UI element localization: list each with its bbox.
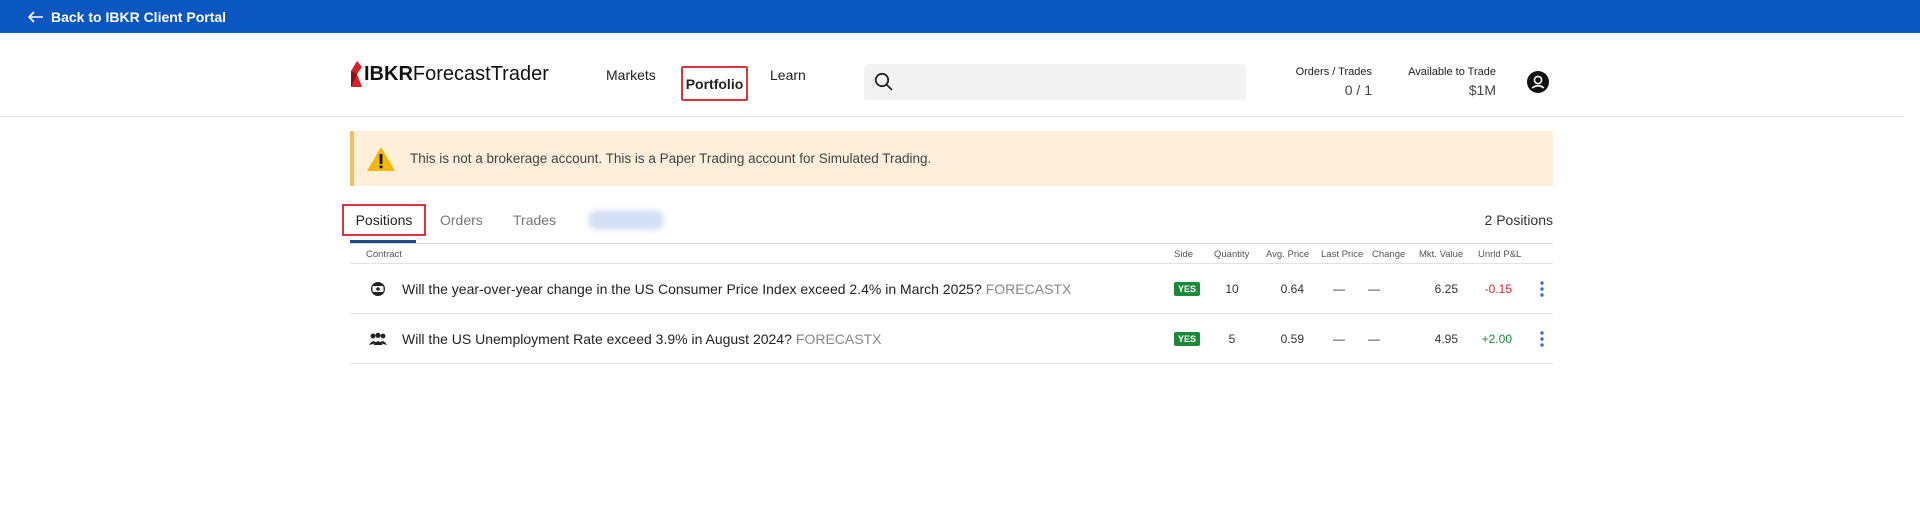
app-header: IBKR ForecastTrader Markets Portfolio Le… [0, 33, 1904, 117]
table-header: Contract Side Quantity Avg. Price Last P… [350, 244, 1553, 264]
contract-name[interactable]: Will the year-over-year change in the US… [402, 264, 1071, 314]
top-bar: Back to IBKR Client Portal [0, 0, 1920, 33]
avg-price-cell: 0.64 [1280, 282, 1304, 296]
search-box[interactable] [864, 64, 1246, 100]
orders-trades-stat: Orders / Trades 0 / 1 [1290, 66, 1372, 98]
back-link-label: Back to IBKR Client Portal [51, 8, 227, 25]
banner-text: This is not a brokerage account. This is… [410, 151, 932, 166]
portfolio-tabs: Positions Orders Trades 2 Positions [342, 204, 1553, 244]
contract-name[interactable]: Will the US Unemployment Rate exceed 3.9… [402, 314, 881, 364]
contract-exchange-tag: FORECASTX [795, 331, 882, 347]
nav-portfolio[interactable]: Portfolio [681, 66, 748, 101]
search-input[interactable] [906, 64, 1236, 100]
unrlzd-pnl-cell: -0.15 [1484, 282, 1512, 296]
positions-count: 2 Positions [1484, 212, 1553, 228]
tab-positions[interactable]: Positions [342, 204, 426, 236]
contract-exchange-tag: FORECASTX [985, 281, 1072, 297]
tab-trades[interactable]: Trades [513, 204, 556, 236]
mkt-value-cell: 4.95 [1434, 332, 1458, 346]
row-actions-menu-icon[interactable] [1538, 314, 1546, 364]
quantity-cell: 5 [1228, 332, 1236, 346]
header-unrlzd-pnl: Unrld P&L [1478, 249, 1522, 260]
available-to-trade-stat: Available to Trade $1M [1400, 66, 1496, 98]
positions-table: Contract Side Quantity Avg. Price Last P… [350, 243, 1553, 364]
table-row[interactable]: Will the US Unemployment Rate exceed 3.9… [350, 314, 1553, 364]
avg-price-cell: 0.59 [1280, 332, 1304, 346]
tab-blurred[interactable] [588, 210, 664, 230]
cpi-icon [368, 264, 388, 314]
side-badge: YES [1174, 332, 1201, 346]
row-actions-menu-icon[interactable] [1538, 264, 1546, 314]
header-last-price: Last Price [1321, 249, 1364, 260]
contract-question: Will the US Unemployment Rate exceed 3.9… [402, 331, 792, 347]
available-to-trade-label: Available to Trade [1408, 66, 1496, 78]
arrow-left-icon [28, 10, 43, 23]
logo-thin-text: ForecastTrader [412, 62, 549, 85]
change-cell: — [1368, 282, 1380, 296]
user-account-icon[interactable] [1527, 71, 1549, 93]
quantity-cell: 10 [1225, 282, 1239, 296]
last-price-cell: — [1333, 282, 1345, 296]
header-change: Change [1372, 249, 1406, 260]
header-avg-price: Avg. Price [1266, 249, 1310, 260]
contract-question: Will the year-over-year change in the US… [402, 281, 982, 297]
header-side: Side [1174, 249, 1194, 260]
tab-orders[interactable]: Orders [440, 204, 483, 236]
table-row[interactable]: Will the year-over-year change in the US… [350, 264, 1553, 314]
change-cell: — [1368, 332, 1380, 346]
nav-learn[interactable]: Learn [770, 33, 806, 117]
orders-trades-value: 0 / 1 [1344, 82, 1372, 98]
unrlzd-pnl-cell: +2.00 [1481, 332, 1512, 346]
orders-trades-label: Orders / Trades [1295, 66, 1372, 78]
ibkr-logo-icon [351, 61, 362, 87]
search-icon [874, 72, 893, 91]
side-cell: YES [1174, 314, 1201, 364]
ibkr-forecasttrader-logo[interactable]: IBKR ForecastTrader [350, 61, 549, 87]
header-quantity: Quantity [1214, 249, 1250, 260]
logo-bold-text: IBKR [364, 62, 413, 85]
unemployment-icon [368, 314, 388, 364]
available-to-trade-value: $1M [1468, 82, 1496, 98]
warning-icon [367, 146, 395, 171]
side-badge: YES [1174, 282, 1201, 296]
paper-trading-warning-banner: This is not a brokerage account. This is… [350, 131, 1553, 186]
side-cell: YES [1174, 264, 1201, 314]
mkt-value-cell: 6.25 [1434, 282, 1458, 296]
last-price-cell: — [1333, 332, 1345, 346]
header-mkt-value: Mkt. Value [1419, 249, 1464, 260]
back-to-client-portal-link[interactable]: Back to IBKR Client Portal [28, 0, 226, 33]
header-contract: Contract [366, 249, 402, 260]
nav-markets[interactable]: Markets [606, 33, 656, 117]
